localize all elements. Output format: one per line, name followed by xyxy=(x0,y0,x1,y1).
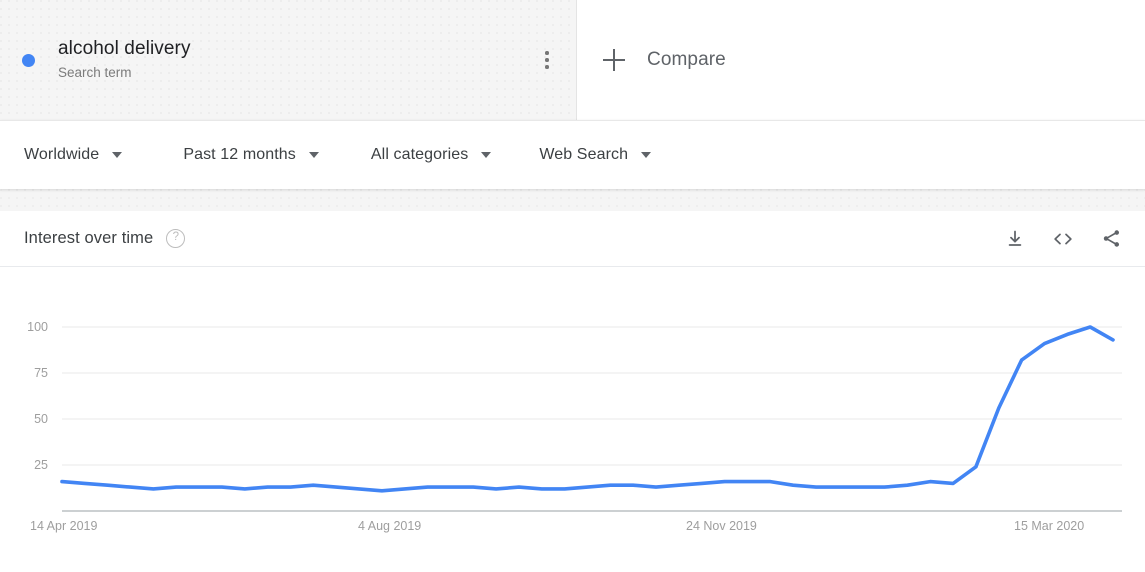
filter-location[interactable]: Worldwide xyxy=(24,146,123,164)
x-tick-3: 15 Mar 2020 xyxy=(1014,519,1084,533)
filter-search-type[interactable]: Web Search xyxy=(539,146,652,164)
y-axis-labels: 100 75 50 25 xyxy=(27,320,48,472)
chevron-down-icon xyxy=(112,152,123,158)
y-tick-75: 75 xyxy=(34,366,48,380)
chart-header: Interest over time ? xyxy=(0,211,1145,267)
search-term-bar: alcohol delivery Search term Compare xyxy=(0,0,1145,120)
help-circle-icon[interactable]: ? xyxy=(166,229,186,248)
chart-plot-area[interactable]: 100 75 50 25 14 Apr 2019 4 Aug 2019 24 N… xyxy=(0,267,1145,557)
x-tick-0: 14 Apr 2019 xyxy=(30,519,97,533)
series-color-dot xyxy=(22,53,35,67)
gridlines xyxy=(62,326,1122,466)
x-tick-2: 24 Nov 2019 xyxy=(686,519,757,533)
filter-location-label: Worldwide xyxy=(24,146,100,163)
section-gap xyxy=(0,189,1145,211)
trend-series-line xyxy=(60,325,1115,493)
add-comparison-button[interactable]: Compare xyxy=(603,49,726,71)
chart-actions xyxy=(1003,227,1123,251)
kebab-menu-icon[interactable] xyxy=(532,43,562,77)
search-term-title: alcohol delivery xyxy=(58,38,191,59)
search-term-texts: alcohol delivery Search term xyxy=(58,37,532,83)
chevron-down-icon xyxy=(308,152,319,158)
chevron-down-icon xyxy=(481,152,492,158)
chevron-down-icon xyxy=(641,152,652,158)
filter-category[interactable]: All categories xyxy=(370,146,492,164)
filter-time-range[interactable]: Past 12 months xyxy=(183,146,319,164)
download-icon[interactable] xyxy=(1003,227,1027,251)
embed-code-icon[interactable] xyxy=(1051,227,1075,251)
interest-over-time-card: Interest over time ? 100 75 50 25 14 Apr… xyxy=(0,211,1145,557)
y-tick-50: 50 xyxy=(34,412,48,426)
filter-category-label: All categories xyxy=(370,146,469,163)
x-tick-1: 4 Aug 2019 xyxy=(358,519,421,533)
chart-title: Interest over time xyxy=(24,229,154,247)
compare-label: Compare xyxy=(647,49,726,70)
share-icon[interactable] xyxy=(1099,227,1123,251)
filter-bar: Worldwide Past 12 months All categories … xyxy=(0,120,1145,189)
filter-search-type-label: Web Search xyxy=(539,146,629,163)
y-tick-25: 25 xyxy=(34,458,48,472)
trend-line-chart: 100 75 50 25 14 Apr 2019 4 Aug 2019 24 N… xyxy=(27,320,1122,533)
plus-icon xyxy=(603,49,625,71)
compare-zone: Compare xyxy=(577,0,1145,120)
y-tick-100: 100 xyxy=(27,320,48,334)
search-term-subtitle: Search term xyxy=(58,65,132,80)
search-term-card[interactable]: alcohol delivery Search term xyxy=(0,0,577,120)
filter-time-range-label: Past 12 months xyxy=(183,146,296,163)
x-axis-labels: 14 Apr 2019 4 Aug 2019 24 Nov 2019 15 Ma… xyxy=(30,519,1084,533)
